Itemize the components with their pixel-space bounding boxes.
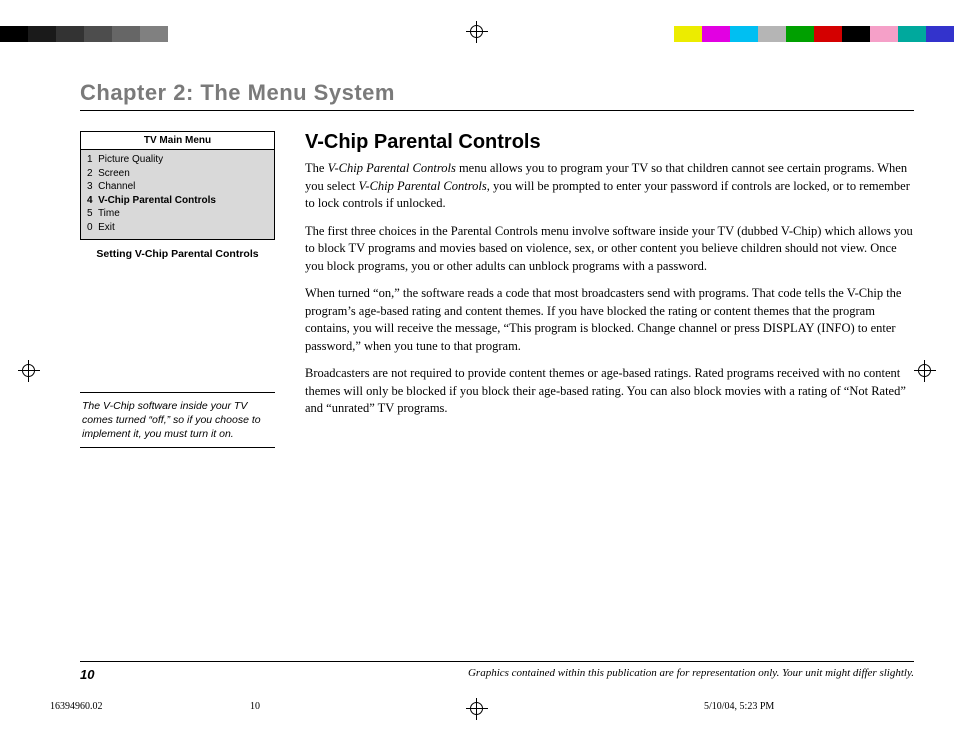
section-heading: V-Chip Parental Controls bbox=[305, 131, 914, 154]
paragraph-1: The V-Chip Parental Controls menu allows… bbox=[305, 160, 914, 213]
paragraph-2: The first three choices in the Parental … bbox=[305, 223, 914, 276]
menu-item: 2 Screen bbox=[87, 167, 268, 181]
page-footer: 10 Graphics contained within this public… bbox=[80, 661, 914, 662]
page-body: Chapter 2: The Menu System TV Main Menu … bbox=[80, 80, 914, 662]
registration-mark-icon bbox=[914, 360, 936, 382]
sidebar-note: The V-Chip software inside your TV comes… bbox=[80, 392, 275, 449]
slug-page: 10 bbox=[250, 701, 704, 712]
slug-datetime: 5/10/04, 5:23 PM bbox=[704, 701, 904, 712]
menu-caption: Setting V-Chip Parental Controls bbox=[80, 248, 275, 262]
tv-main-menu-box: TV Main Menu 1 Picture Quality2 Screen3 … bbox=[80, 131, 275, 240]
text: The bbox=[305, 161, 328, 175]
sidebar: TV Main Menu 1 Picture Quality2 Screen3 … bbox=[80, 131, 275, 448]
italic-text: V-Chip Parental Controls bbox=[358, 179, 486, 193]
registration-mark-icon bbox=[18, 360, 40, 382]
menu-item: 4 V-Chip Parental Controls bbox=[87, 194, 268, 208]
registration-mark-icon bbox=[466, 21, 488, 43]
main-content: V-Chip Parental Controls The V-Chip Pare… bbox=[305, 131, 914, 448]
menu-item: 1 Picture Quality bbox=[87, 153, 268, 167]
page-number: 10 bbox=[80, 667, 94, 682]
menu-item: 3 Channel bbox=[87, 180, 268, 194]
chapter-title: Chapter 2: The Menu System bbox=[80, 80, 914, 111]
paragraph-4: Broadcasters are not required to provide… bbox=[305, 365, 914, 418]
paragraph-3: When turned “on,” the software reads a c… bbox=[305, 285, 914, 355]
italic-text: V-Chip Parental Controls bbox=[328, 161, 456, 175]
footer-disclaimer: Graphics contained within this publicati… bbox=[468, 667, 914, 679]
slug-doc-id: 16394960.02 bbox=[50, 701, 250, 712]
menu-box-title: TV Main Menu bbox=[81, 132, 274, 150]
print-slug-line: 16394960.02 10 5/10/04, 5:23 PM bbox=[50, 701, 904, 712]
menu-list: 1 Picture Quality2 Screen3 Channel4 V-Ch… bbox=[81, 150, 274, 239]
menu-item: 0 Exit bbox=[87, 221, 268, 235]
menu-item: 5 Time bbox=[87, 207, 268, 221]
